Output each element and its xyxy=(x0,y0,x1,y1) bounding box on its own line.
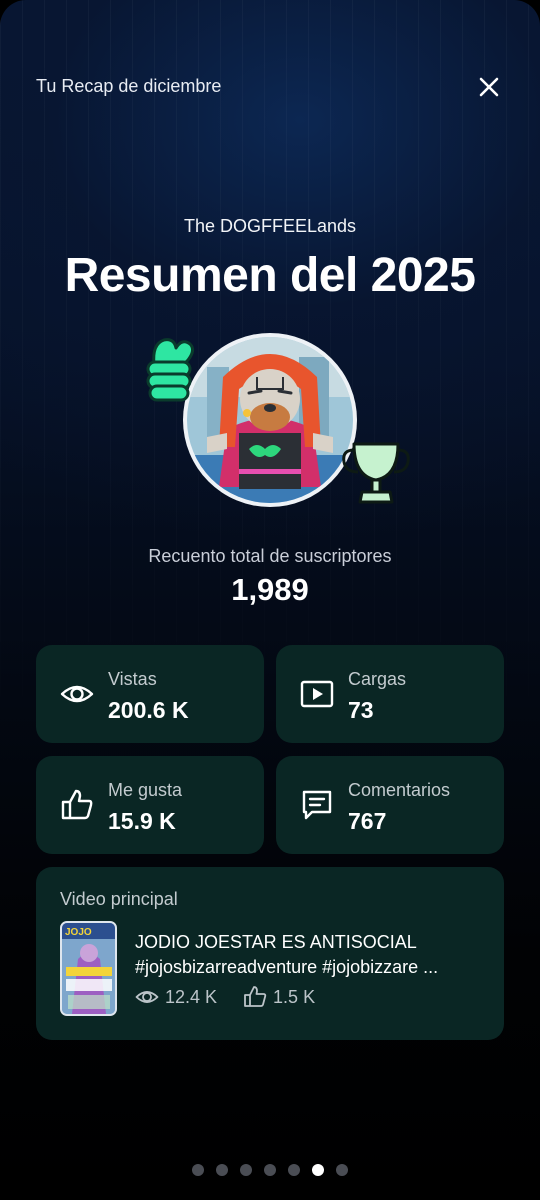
likes-label: Me gusta xyxy=(108,780,183,800)
comments-label: Comentarios xyxy=(348,780,451,800)
svg-text:JOJO: JOJO xyxy=(65,927,92,938)
video-title-line-2: #jojosbizarreadventure #jojobizzare ... xyxy=(135,957,439,977)
thumbs-up-icon xyxy=(61,789,93,820)
video-thumbnail[interactable]: JOJO xyxy=(60,921,117,1016)
page-indicator xyxy=(0,1164,540,1176)
close-icon xyxy=(479,77,499,97)
views-card: Vistas 200.6 K xyxy=(36,645,264,743)
subscribers-count: 1,989 xyxy=(231,572,309,607)
views-value: 200.6 K xyxy=(108,697,189,723)
close-button[interactable] xyxy=(474,72,504,102)
page-dot[interactable] xyxy=(336,1164,348,1176)
thumbs-up-icon xyxy=(244,986,267,1007)
page-dot-active[interactable] xyxy=(312,1164,324,1176)
eye-icon xyxy=(60,685,94,703)
likes-card: Me gusta 15.9 K xyxy=(36,756,264,854)
video-title-line-1: JODIO JOESTAR ES ANTISOCIAL xyxy=(135,932,417,952)
thumbs-up-sticker xyxy=(146,338,195,402)
uploads-label: Cargas xyxy=(348,669,407,689)
uploads-value: 73 xyxy=(348,697,374,723)
video-views: 12.4 K xyxy=(165,986,218,1007)
views-label: Vistas xyxy=(108,669,157,689)
uploads-card: Cargas 73 xyxy=(276,645,504,743)
trophy-sticker xyxy=(342,442,410,504)
video-stats: 12.4 K 1.5 K xyxy=(135,985,315,1009)
likes-value: 15.9 K xyxy=(108,808,176,834)
comment-icon xyxy=(302,790,332,820)
recap-title: Resumen del 2025 xyxy=(64,249,476,302)
channel-avatar xyxy=(183,333,357,507)
subscribers-label: Recuento total de suscriptores xyxy=(148,546,392,566)
comments-value: 767 xyxy=(348,808,387,834)
top-video-card[interactable]: Video principal JOJO JODIO JOESTAR ES AN… xyxy=(36,867,504,1040)
page-dot[interactable] xyxy=(192,1164,204,1176)
channel-name: The DOGFFEELands xyxy=(183,216,357,236)
header-title: Tu Recap de diciembre xyxy=(36,76,222,96)
eye-icon xyxy=(135,991,159,1003)
page-dot[interactable] xyxy=(240,1164,252,1176)
page-dot[interactable] xyxy=(216,1164,228,1176)
thumbnail-image: JOJO xyxy=(62,923,115,1014)
avatar-image xyxy=(187,337,353,503)
page-dot[interactable] xyxy=(288,1164,300,1176)
video-play-icon xyxy=(300,680,334,708)
video-likes: 1.5 K xyxy=(273,986,316,1007)
recap-screen: Tu Recap de diciembre The DOGFFEELands R… xyxy=(0,0,540,1200)
top-video-label: Video principal xyxy=(60,889,178,909)
comments-card: Comentarios 767 xyxy=(276,756,504,854)
page-dot[interactable] xyxy=(264,1164,276,1176)
